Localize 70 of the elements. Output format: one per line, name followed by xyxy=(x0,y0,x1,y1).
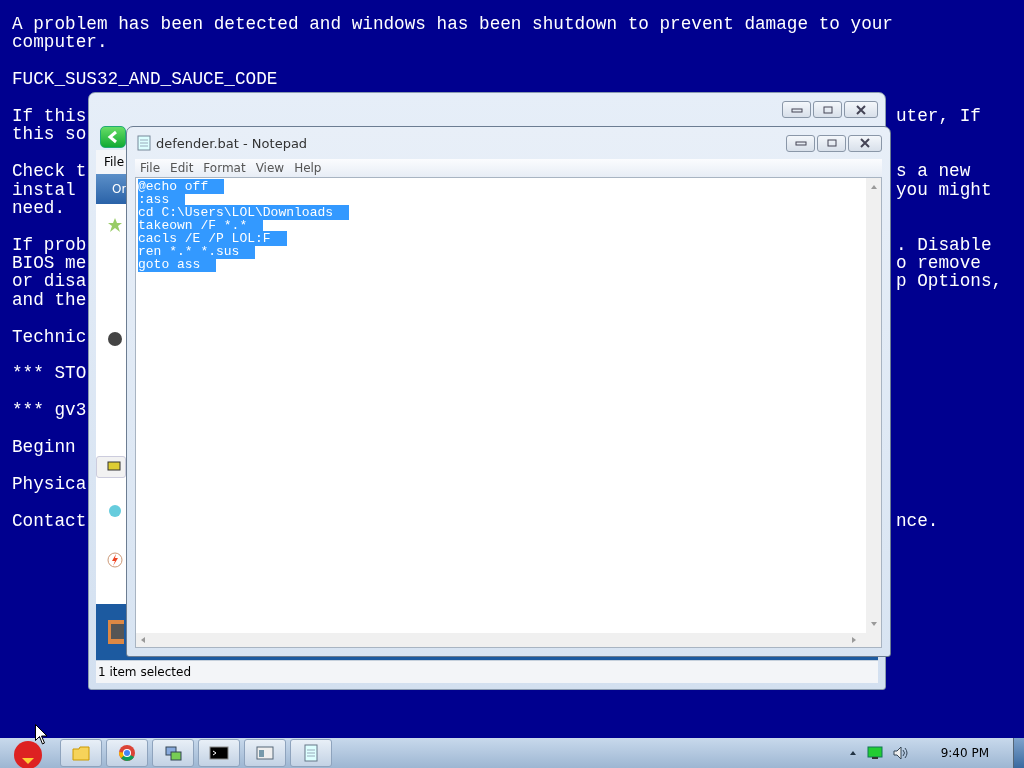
error-text: Technic xyxy=(12,326,87,347)
cursor-icon xyxy=(35,724,48,745)
error-text: or disa xyxy=(12,271,87,292)
error-text: instal xyxy=(12,179,76,200)
error-text: BIOS me xyxy=(12,253,87,274)
maximize-icon xyxy=(821,104,834,115)
browser-icon xyxy=(118,744,136,762)
vertical-scrollbar[interactable] xyxy=(866,178,881,633)
volume-icon[interactable] xyxy=(892,746,909,760)
terminal-icon xyxy=(209,746,229,760)
clock[interactable]: 9:40 PM xyxy=(940,746,989,760)
show-hidden-icon[interactable] xyxy=(848,750,857,756)
monitor-icon[interactable] xyxy=(866,746,883,760)
back-button[interactable] xyxy=(100,126,126,148)
menu-item[interactable]: Format xyxy=(198,161,251,175)
show-desktop-button[interactable] xyxy=(1013,738,1024,768)
error-text: and the xyxy=(12,289,87,310)
error-text: . Disable xyxy=(896,235,992,255)
error-text: *** STO xyxy=(12,363,87,384)
minimize-icon xyxy=(790,106,803,113)
menu-item[interactable]: Edit xyxy=(165,161,199,175)
error-text: If this xyxy=(12,105,87,126)
minimize-button[interactable] xyxy=(782,101,811,118)
notepad-icon xyxy=(304,744,318,762)
error-text: p Options, xyxy=(896,272,1003,291)
error-text: you might xyxy=(896,180,992,199)
status-text: 1 item selected xyxy=(96,660,878,683)
window-icon xyxy=(256,746,274,760)
close-icon xyxy=(859,138,871,148)
error-text: FUCK_SUS32_AND_SAUCE_CODE xyxy=(12,69,278,90)
menu-item[interactable]: Help xyxy=(289,161,327,175)
taskbar-button[interactable] xyxy=(198,739,240,767)
menu-item[interactable]: File xyxy=(100,155,129,169)
network-icon xyxy=(164,744,182,762)
menu-item[interactable]: File xyxy=(135,161,166,175)
disc-icon[interactable] xyxy=(108,332,122,346)
error-text: Check t xyxy=(12,161,87,182)
error-text: *** gv3 xyxy=(12,400,87,421)
close-button[interactable] xyxy=(848,134,882,152)
error-text: uter, If xyxy=(896,106,981,126)
close-icon xyxy=(855,104,867,115)
menu-item[interactable]: View xyxy=(250,161,290,175)
error-text: A problem has been detected and windows has been shutdown to prevent damage to your xyxy=(12,14,893,34)
thumbnail-icon xyxy=(108,620,124,644)
error-text: If prob xyxy=(12,234,87,255)
error-text: Beginn xyxy=(12,437,76,457)
error-text: Physica xyxy=(12,473,87,494)
error-text: Contact xyxy=(12,510,87,531)
error-text: this so xyxy=(12,124,87,145)
left-arrow-icon[interactable] xyxy=(140,636,146,644)
right-arrow-icon[interactable] xyxy=(851,636,857,644)
organize-button[interactable]: Or xyxy=(96,182,127,196)
window-title: defender.bat - Notepad xyxy=(156,135,308,151)
minimize-button[interactable] xyxy=(786,134,815,152)
minimize-icon xyxy=(794,140,807,146)
error-text: nce. xyxy=(896,511,939,530)
close-button[interactable] xyxy=(844,101,878,118)
lightning-icon[interactable] xyxy=(107,552,123,568)
notepad-icon xyxy=(137,135,151,151)
error-text: computer. xyxy=(12,32,108,53)
error-text: need. xyxy=(12,197,66,218)
star-icon[interactable] xyxy=(108,218,122,232)
error-text: o remove xyxy=(896,254,981,273)
maximize-icon xyxy=(825,138,838,148)
nav-item[interactable] xyxy=(96,456,126,478)
folder-icon xyxy=(72,745,90,761)
error-text: s a new xyxy=(896,162,971,181)
horizontal-scrollbar[interactable] xyxy=(136,633,881,647)
down-arrow-icon[interactable] xyxy=(869,621,878,627)
up-arrow-icon[interactable] xyxy=(869,184,878,190)
